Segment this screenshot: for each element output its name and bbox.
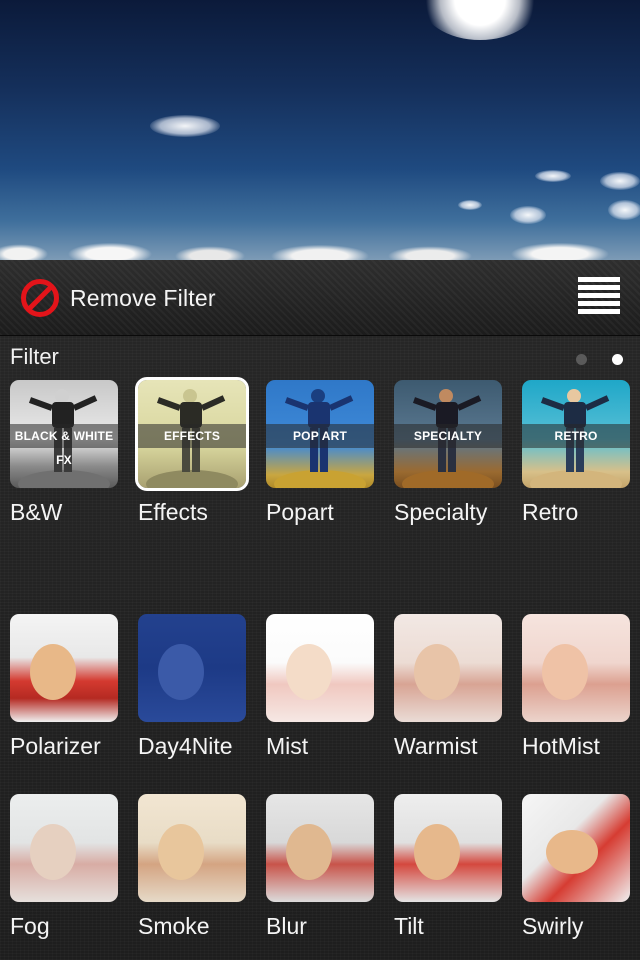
portrait-thumbnail [158, 644, 204, 700]
filter-tile-mist[interactable] [266, 614, 374, 722]
portrait-thumbnail [546, 830, 598, 874]
page-dot[interactable] [576, 354, 587, 365]
filter-tile-warmist[interactable] [394, 614, 502, 722]
panel-title: Filter [10, 344, 59, 369]
filter-label-warmist: Warmist [394, 733, 478, 759]
filter-tile-fog[interactable] [10, 794, 118, 902]
category-tile-popart[interactable]: POP ART [266, 380, 374, 488]
filter-tile-day4nite[interactable] [138, 614, 246, 722]
category-label-effects: Effects [138, 499, 208, 525]
category-tile-bw[interactable]: BLACK & WHITE FX [10, 380, 118, 488]
photo-preview [0, 0, 640, 260]
cloud [458, 200, 482, 210]
category-band: BLACK & WHITE FX [10, 424, 118, 467]
category-tile-retro[interactable]: RETRO [522, 380, 630, 488]
portrait-thumbnail [414, 644, 460, 700]
portrait-thumbnail [30, 644, 76, 700]
filter-label-blur: Blur [266, 913, 307, 939]
page-dot-active[interactable] [612, 354, 623, 365]
cloud [535, 170, 571, 182]
portrait-thumbnail [30, 824, 76, 880]
filter-label-swirly: Swirly [522, 913, 584, 939]
category-label-specialty: Specialty [394, 499, 488, 525]
portrait-thumbnail [286, 644, 332, 700]
filter-tile-hotmist[interactable] [522, 614, 630, 722]
filter-label-hotmist: HotMist [522, 733, 600, 759]
category-band: POP ART [266, 424, 374, 448]
filter-tile-swirly[interactable] [522, 794, 630, 902]
category-label-bw: B&W [10, 499, 63, 525]
portrait-thumbnail [158, 824, 204, 880]
cloud [608, 200, 640, 220]
list-menu-icon[interactable] [578, 277, 622, 315]
filter-label-day4nite: Day4Nite [138, 733, 233, 759]
filter-tile-polarizer[interactable] [10, 614, 118, 722]
cloud [510, 206, 546, 224]
filter-toolbar: Remove Filter [0, 260, 640, 336]
category-label-popart: Popart [266, 499, 334, 525]
portrait-thumbnail [286, 824, 332, 880]
filter-label-smoke: Smoke [138, 913, 210, 939]
filter-label-mist: Mist [266, 733, 309, 759]
filter-tile-blur[interactable] [266, 794, 374, 902]
remove-filter-button[interactable]: Remove Filter [20, 278, 216, 318]
cloud [600, 172, 640, 190]
filter-tile-smoke[interactable] [138, 794, 246, 902]
remove-filter-label: Remove Filter [70, 284, 216, 311]
category-band: RETRO [522, 424, 630, 448]
page-indicator[interactable] [576, 354, 623, 365]
filter-label-fog: Fog [10, 913, 50, 939]
filter-tile-tilt[interactable] [394, 794, 502, 902]
cloud [150, 115, 220, 137]
category-band: EFFECTS [138, 424, 246, 448]
portrait-thumbnail [542, 644, 588, 700]
category-tile-effects[interactable]: EFFECTS [135, 377, 249, 491]
filter-label-tilt: Tilt [394, 913, 424, 939]
filter-label-polarizer: Polarizer [10, 733, 101, 759]
category-label-retro: Retro [522, 499, 579, 525]
horizon-clouds [0, 236, 640, 260]
no-entry-icon [21, 279, 59, 317]
category-tile-specialty[interactable]: SPECIALTY [394, 380, 502, 488]
category-band: SPECIALTY [394, 424, 502, 448]
sun [420, 0, 540, 40]
portrait-thumbnail [414, 824, 460, 880]
